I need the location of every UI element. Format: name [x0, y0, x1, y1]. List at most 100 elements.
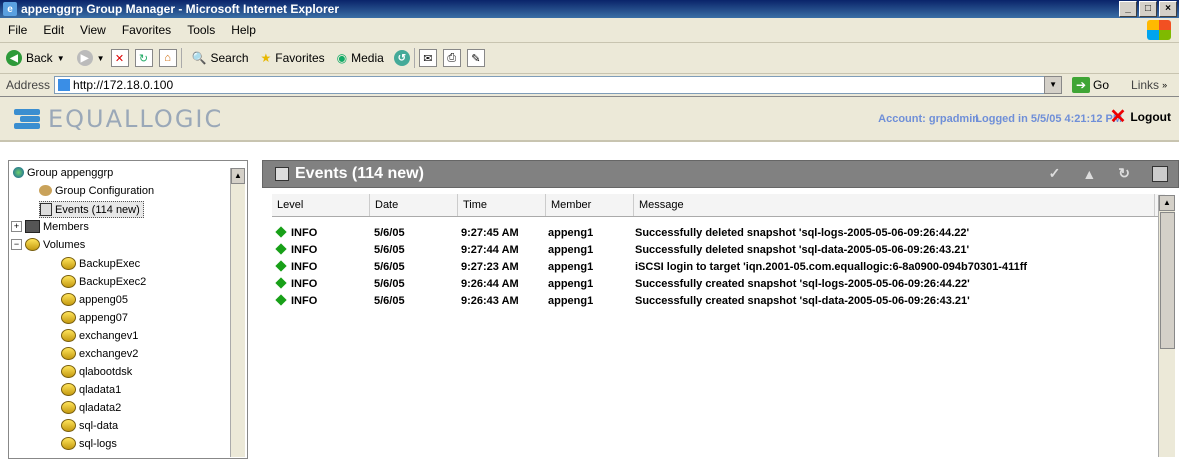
tree-volume-item[interactable]: BackupExec — [61, 256, 140, 271]
close-button[interactable]: × — [1159, 1, 1177, 17]
edit-icon[interactable]: ✎ — [466, 49, 485, 67]
address-label: Address — [6, 78, 51, 92]
tree-events[interactable]: Events (114 new) — [39, 201, 144, 218]
chevron-right-icon[interactable]: » — [1162, 80, 1167, 90]
events-table: Level Date Time Member Message INFO 5/6/… — [272, 194, 1165, 309]
refresh-icon[interactable]: ↻ — [1118, 165, 1130, 182]
info-icon — [275, 225, 287, 238]
tree-volume-item[interactable]: qladata2 — [61, 400, 121, 415]
tree-members[interactable]: + Members — [11, 219, 89, 234]
volume-icon — [61, 401, 76, 414]
history-icon[interactable]: ↺ — [393, 50, 410, 66]
trash-icon[interactable] — [1152, 165, 1168, 182]
back-button[interactable]: ◀ Back ▼ — [0, 50, 71, 66]
server-icon — [25, 220, 40, 233]
favorites-button[interactable]: ★ Favorites — [255, 51, 331, 65]
menu-favorites[interactable]: Favorites — [114, 23, 179, 37]
tree-volumes[interactable]: − Volumes — [11, 237, 85, 252]
account-label: Account: grpadmin — [878, 113, 979, 125]
info-icon — [275, 242, 287, 255]
address-bar: Address http://172.18.0.100 ▼ ➔ Go Links… — [0, 74, 1179, 97]
expand-icon[interactable]: + — [11, 221, 22, 232]
volume-icon — [61, 419, 76, 432]
tree-volume-item[interactable]: appeng07 — [61, 310, 128, 325]
volume-icon — [25, 238, 40, 251]
app-header: EQUALLOGIC Account: grpadmin Logged in 5… — [0, 97, 1179, 142]
home-icon[interactable]: ⌂ — [158, 49, 177, 67]
table-header: Level Date Time Member Message — [272, 194, 1165, 217]
info-icon — [275, 293, 287, 306]
maximize-button[interactable]: □ — [1139, 1, 1157, 17]
menu-view[interactable]: View — [72, 23, 114, 37]
minimize-button[interactable]: _ — [1119, 1, 1137, 17]
equallogic-logo: EQUALLOGIC — [14, 105, 223, 133]
tree-volume-item[interactable]: qladata1 — [61, 382, 121, 397]
scroll-up-icon[interactable]: ▲ — [231, 168, 245, 184]
table-row[interactable]: INFO 5/6/05 9:26:44 AM appeng1 Successfu… — [272, 275, 1165, 292]
refresh-icon[interactable]: ↻ — [134, 49, 153, 67]
events-scrollbar[interactable]: ▲ — [1158, 195, 1175, 457]
volume-icon — [61, 257, 76, 270]
search-button[interactable]: 🔍 Search — [186, 51, 255, 65]
address-input[interactable]: http://172.18.0.100 — [54, 76, 1063, 94]
forward-button[interactable]: ▶ ▼ — [71, 50, 111, 66]
links-button[interactable]: Links — [1131, 78, 1159, 92]
windows-logo-icon — [1147, 20, 1171, 40]
column-time[interactable]: Time — [458, 194, 546, 216]
column-message[interactable]: Message — [634, 194, 1155, 216]
navigation-tree: Group appenggrp Group Configuration Even… — [8, 160, 248, 459]
table-row[interactable]: INFO 5/6/05 9:26:43 AM appeng1 Successfu… — [272, 292, 1165, 309]
menu-edit[interactable]: Edit — [35, 23, 72, 37]
info-icon — [275, 259, 287, 272]
menu-tools[interactable]: Tools — [179, 23, 223, 37]
column-date[interactable]: Date — [370, 194, 458, 216]
window-titlebar: e appenggrp Group Manager - Microsoft In… — [0, 0, 1179, 18]
print-icon[interactable]: ⎙ — [442, 49, 461, 67]
scroll-thumb[interactable] — [1160, 212, 1175, 349]
star-icon: ★ — [260, 51, 272, 65]
logo-mark-icon — [14, 107, 40, 131]
table-row[interactable]: INFO 5/6/05 9:27:44 AM appeng1 Successfu… — [272, 241, 1165, 258]
info-icon — [275, 276, 287, 289]
column-level[interactable]: Level — [272, 194, 370, 216]
tree-volume-item[interactable]: BackupExec2 — [61, 274, 146, 289]
tree-group[interactable]: Group appenggrp — [13, 165, 113, 180]
volume-icon — [61, 293, 76, 306]
column-member[interactable]: Member — [546, 194, 634, 216]
tree-volume-item[interactable]: appeng05 — [61, 292, 128, 307]
volume-icon — [61, 365, 76, 378]
collapse-up-icon[interactable]: ▲ — [1082, 166, 1096, 182]
tree-group-configuration[interactable]: Group Configuration — [39, 183, 154, 198]
stop-icon[interactable]: ✕ — [110, 49, 129, 67]
tree-volume-item[interactable]: exchangev2 — [61, 346, 138, 361]
mail-icon[interactable]: ✉ — [418, 49, 437, 67]
acknowledge-icon[interactable]: ✓ — [1049, 165, 1061, 182]
logged-in-label: Logged in 5/5/05 4:21:12 PM — [975, 113, 1122, 125]
menu-help[interactable]: Help — [223, 23, 264, 37]
table-row[interactable]: INFO 5/6/05 9:27:23 AM appeng1 iSCSI log… — [272, 258, 1165, 275]
window-title: appenggrp Group Manager - Microsoft Inte… — [21, 2, 340, 16]
go-arrow-icon: ➔ — [1072, 77, 1091, 93]
menu-file[interactable]: File — [0, 23, 35, 37]
logout-button[interactable]: ✕ Logout — [1110, 107, 1171, 127]
table-row[interactable]: INFO 5/6/05 9:27:45 AM appeng1 Successfu… — [272, 224, 1165, 241]
volume-icon — [61, 347, 76, 360]
volume-icon — [61, 329, 76, 342]
tree-volume-item[interactable]: sql-logs — [61, 436, 117, 451]
gear-icon — [39, 185, 52, 196]
collapse-icon[interactable]: − — [11, 239, 22, 250]
volume-icon — [61, 437, 76, 450]
browser-toolbar: ◀ Back ▼ ▶ ▼ ✕ ↻ ⌂ 🔍 Search ★ Favorites … — [0, 43, 1179, 74]
media-button[interactable]: ◉ Media — [331, 51, 390, 65]
chevron-down-icon: ▼ — [56, 53, 65, 63]
tree-volume-item[interactable]: qlabootdsk — [61, 364, 132, 379]
scroll-up-icon[interactable]: ▲ — [1159, 195, 1175, 211]
events-header: Events (114 new) ✓ ▲ ↻ — [262, 160, 1179, 188]
volume-icon — [61, 311, 76, 324]
go-button[interactable]: ➔ Go — [1072, 77, 1109, 93]
address-dropdown-button[interactable]: ▼ — [1044, 76, 1063, 94]
tree-volume-item[interactable]: sql-data — [61, 418, 118, 433]
tree-volume-item[interactable]: exchangev1 — [61, 328, 138, 343]
tree-scrollbar[interactable]: ▲ — [230, 168, 245, 457]
back-arrow-icon: ◀ — [6, 50, 22, 66]
